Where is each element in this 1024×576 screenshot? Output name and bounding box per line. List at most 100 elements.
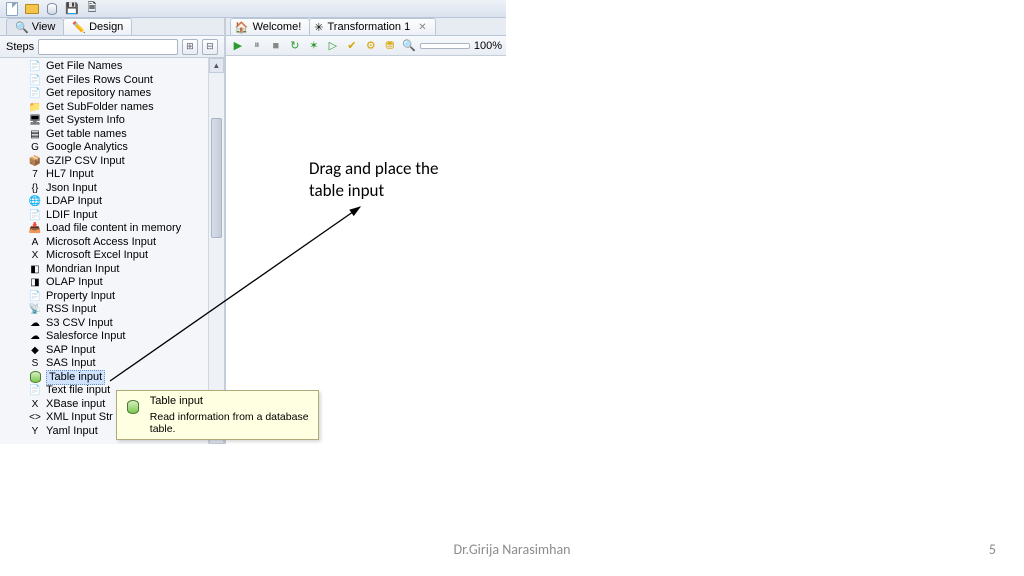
welcome-icon: 🏠 — [235, 21, 249, 34]
step-label: Text file input — [46, 384, 110, 397]
step-icon: 📄 — [28, 384, 42, 398]
step-item-hl7-input[interactable]: 7HL7 Input — [28, 168, 224, 182]
step-item-gzip-csv-input[interactable]: 📦GZIP CSV Input — [28, 155, 224, 169]
step-icon: S — [28, 357, 42, 371]
step-item-get-table-names[interactable]: ▤Get table names — [28, 128, 224, 142]
step-label: Get File Names — [46, 60, 122, 73]
step-icon: Y — [28, 424, 42, 438]
save-button[interactable]: 💾 — [64, 1, 80, 17]
open-file-button[interactable] — [24, 1, 40, 17]
step-icon: 📄 — [28, 87, 42, 101]
transformation-canvas[interactable] — [226, 56, 506, 444]
explore-button[interactable]: 🔍 — [401, 38, 417, 54]
step-label: Microsoft Excel Input — [46, 249, 148, 262]
step-item-table-input[interactable]: Table input — [28, 371, 224, 385]
steps-search-input[interactable] — [38, 39, 178, 55]
impact-button[interactable]: ⚙ — [363, 38, 379, 54]
steps-label: Steps — [6, 41, 34, 53]
step-icon: X — [28, 397, 42, 411]
step-label: GZIP CSV Input — [46, 155, 125, 168]
steps-tree: 📄Get File Names📄Get Files Rows Count📄Get… — [0, 58, 224, 444]
step-icon: 📡 — [28, 303, 42, 317]
steps-header: Steps ⊞ ⊟ — [0, 36, 224, 58]
annotation-line1: Drag and place the — [309, 158, 438, 180]
step-icon: A — [28, 235, 42, 249]
step-icon: <> — [28, 411, 42, 425]
step-label: Salesforce Input — [46, 330, 126, 343]
expand-all-button[interactable]: ⊞ — [182, 39, 198, 55]
scroll-thumb[interactable] — [211, 118, 222, 238]
step-item-sap-input[interactable]: ◆SAP Input — [28, 344, 224, 358]
step-icon: {} — [28, 181, 42, 195]
replay-button[interactable]: ↻ — [287, 38, 303, 54]
save-all-button[interactable]: 🗎 — [84, 1, 100, 17]
step-label: S3 CSV Input — [46, 317, 113, 330]
step-item-load-file-content-in-memory[interactable]: 📥Load file content in memory — [28, 222, 224, 236]
step-item-json-input[interactable]: {} Json Input — [28, 182, 224, 196]
step-label: Get table names — [46, 128, 127, 141]
step-item-get-repository-names[interactable]: 📄Get repository names — [28, 87, 224, 101]
tab-transformation[interactable]: ✳ Transformation 1 ✕ — [309, 18, 435, 35]
collapse-all-button[interactable]: ⊟ — [202, 39, 218, 55]
footer-author: Dr.Girija Narasimhan — [0, 541, 1024, 558]
step-item-sas-input[interactable]: S SAS Input — [28, 357, 224, 371]
step-label: LDIF Input — [46, 209, 97, 222]
step-label: SAP Input — [46, 344, 95, 357]
new-file-button[interactable] — [4, 1, 20, 17]
step-icon: 📁 — [28, 100, 42, 114]
tooltip-title: Table input — [150, 395, 312, 407]
tooltip-description: Read information from a database table. — [150, 411, 312, 435]
step-item-salesforce-input[interactable]: ☁Salesforce Input — [28, 330, 224, 344]
step-item-ldap-input[interactable]: 🌐LDAP Input — [28, 195, 224, 209]
tab-design[interactable]: ✏️ Design — [63, 18, 132, 35]
sql-button[interactable]: ⛃ — [382, 38, 398, 54]
main-toolbar: 💾 🗎 — [0, 0, 506, 18]
preview-button[interactable]: ✶ — [306, 38, 322, 54]
tab-transformation-label: Transformation 1 — [327, 21, 410, 33]
verify-button[interactable]: ✔ — [344, 38, 360, 54]
step-item-property-input[interactable]: 📄Property Input — [28, 290, 224, 304]
step-item-rss-input[interactable]: 📡 RSS Input — [28, 303, 224, 317]
table-button[interactable] — [44, 1, 60, 17]
stop-button[interactable]: ■ — [268, 38, 284, 54]
annotation-text: Drag and place the table input — [309, 158, 438, 202]
step-label: SAS Input — [46, 357, 96, 370]
debug-button[interactable]: ▷ — [325, 38, 341, 54]
step-label: Load file content in memory — [46, 222, 181, 235]
step-item-microsoft-access-input[interactable]: A Microsoft Access Input — [28, 236, 224, 250]
tab-close-button[interactable]: ✕ — [418, 22, 426, 33]
step-icon — [28, 370, 42, 384]
step-item-get-subfolder-names[interactable]: 📁 Get SubFolder names — [28, 101, 224, 115]
zoom-value: 100% — [474, 40, 502, 52]
step-label: Get SubFolder names — [46, 101, 154, 114]
step-item-get-system-info[interactable]: 🖥Get System Info — [28, 114, 224, 128]
step-label: Microsoft Access Input — [46, 236, 156, 249]
step-item-olap-input[interactable]: ◨OLAP Input — [28, 276, 224, 290]
step-item-google-analytics[interactable]: GGoogle Analytics — [28, 141, 224, 155]
tab-view[interactable]: 🔍 View — [6, 18, 64, 35]
editor-tabs: 🏠 Welcome! ✳ Transformation 1 ✕ — [226, 18, 506, 36]
step-label: RSS Input — [46, 303, 96, 316]
run-button[interactable]: ▶ — [230, 38, 246, 54]
tab-welcome[interactable]: 🏠 Welcome! — [230, 18, 310, 35]
zoom-slider[interactable] — [420, 43, 470, 49]
step-label: Table input — [46, 370, 105, 385]
step-icon: X — [28, 249, 42, 263]
view-icon: 🔍 — [15, 21, 29, 34]
step-item-get-file-names[interactable]: 📄 Get File Names — [28, 60, 224, 74]
tree-scrollbar[interactable]: ▲ ▼ — [208, 58, 224, 444]
step-item-get-files-rows-count[interactable]: 📄Get Files Rows Count — [28, 74, 224, 88]
app-window: 💾 🗎 🔍 View ✏️ Design Steps ⊞ ⊟ — [0, 0, 506, 444]
step-label: LDAP Input — [46, 195, 102, 208]
step-item-mondrian-input[interactable]: ◧Mondrian Input — [28, 263, 224, 277]
scroll-up-button[interactable]: ▲ — [209, 58, 224, 73]
annotation-line2: table input — [309, 180, 438, 202]
step-item-microsoft-excel-input[interactable]: X Microsoft Excel Input — [28, 249, 224, 263]
step-icon: 📄 — [28, 60, 42, 74]
step-label: Json Input — [46, 182, 97, 195]
pause-button[interactable]: ⏸ — [249, 38, 265, 54]
step-icon: 📄 — [28, 73, 42, 87]
footer-page-number: 5 — [989, 541, 996, 558]
step-item-s3-csv-input[interactable]: ☁S3 CSV Input — [28, 317, 224, 331]
step-item-ldif-input[interactable]: 📄LDIF Input — [28, 209, 224, 223]
